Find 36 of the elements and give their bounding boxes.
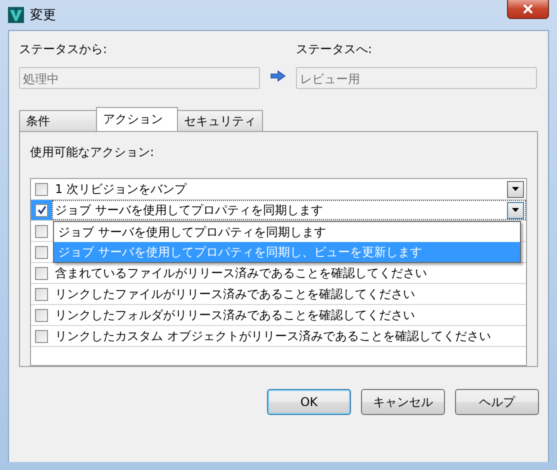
dropdown[interactable]: 1 次リビジョンをバンプ xyxy=(52,179,526,199)
action-label: リンクしたフォルダがリリース済みであることを確認してください xyxy=(54,306,416,324)
checkbox[interactable] xyxy=(35,182,48,196)
arrow-right-icon xyxy=(270,70,286,82)
dialog-button[interactable]: ヘルプ xyxy=(455,389,539,415)
field-label: ステータスから: xyxy=(19,41,108,57)
field-label: ステータスへ: xyxy=(296,41,374,57)
window-title: 変更 xyxy=(30,7,56,24)
action-label: リンクしたカスタム オブジェクトがリリース済みであることを確認してください xyxy=(54,328,492,344)
dropdown-option[interactable]: ジョブ サーバを使用してプロパティを同期します xyxy=(54,222,520,242)
caret-icon xyxy=(512,208,519,212)
caret-icon xyxy=(512,187,519,191)
dropdown-arrow-button[interactable] xyxy=(507,202,524,218)
app-logo-icon xyxy=(8,7,24,23)
tab[interactable]: セキュリティ xyxy=(177,110,263,131)
tab[interactable]: アクション xyxy=(96,107,178,131)
dropdown[interactable]: ジョブ サーバを使用してプロパティを同期します xyxy=(52,200,526,220)
dialog-button[interactable]: キャンセル xyxy=(361,389,445,415)
checkbox[interactable] xyxy=(35,288,48,300)
status-field[interactable]: 処理中 xyxy=(19,67,260,89)
dropdown-arrow-button[interactable] xyxy=(507,180,524,198)
checkbox[interactable] xyxy=(35,224,48,238)
section-label: 使用可能なアクション: xyxy=(30,144,156,160)
checkbox[interactable] xyxy=(35,204,48,216)
close-icon xyxy=(523,4,533,14)
checkbox[interactable] xyxy=(35,330,48,342)
tab[interactable]: 条件 xyxy=(19,110,97,131)
checkbox[interactable] xyxy=(35,266,48,280)
action-label: 含まれているファイルがリリース済みであることを確認してください xyxy=(54,264,428,282)
dialog-button[interactable]: OK xyxy=(267,389,351,415)
close-button[interactable] xyxy=(507,0,549,19)
checkbox[interactable] xyxy=(35,246,48,258)
status-field[interactable]: レビュー用 xyxy=(296,67,537,89)
check-icon xyxy=(36,205,46,215)
action-label: リンクしたファイルがリリース済みであることを確認してください xyxy=(54,286,416,302)
checkbox[interactable] xyxy=(35,308,48,322)
